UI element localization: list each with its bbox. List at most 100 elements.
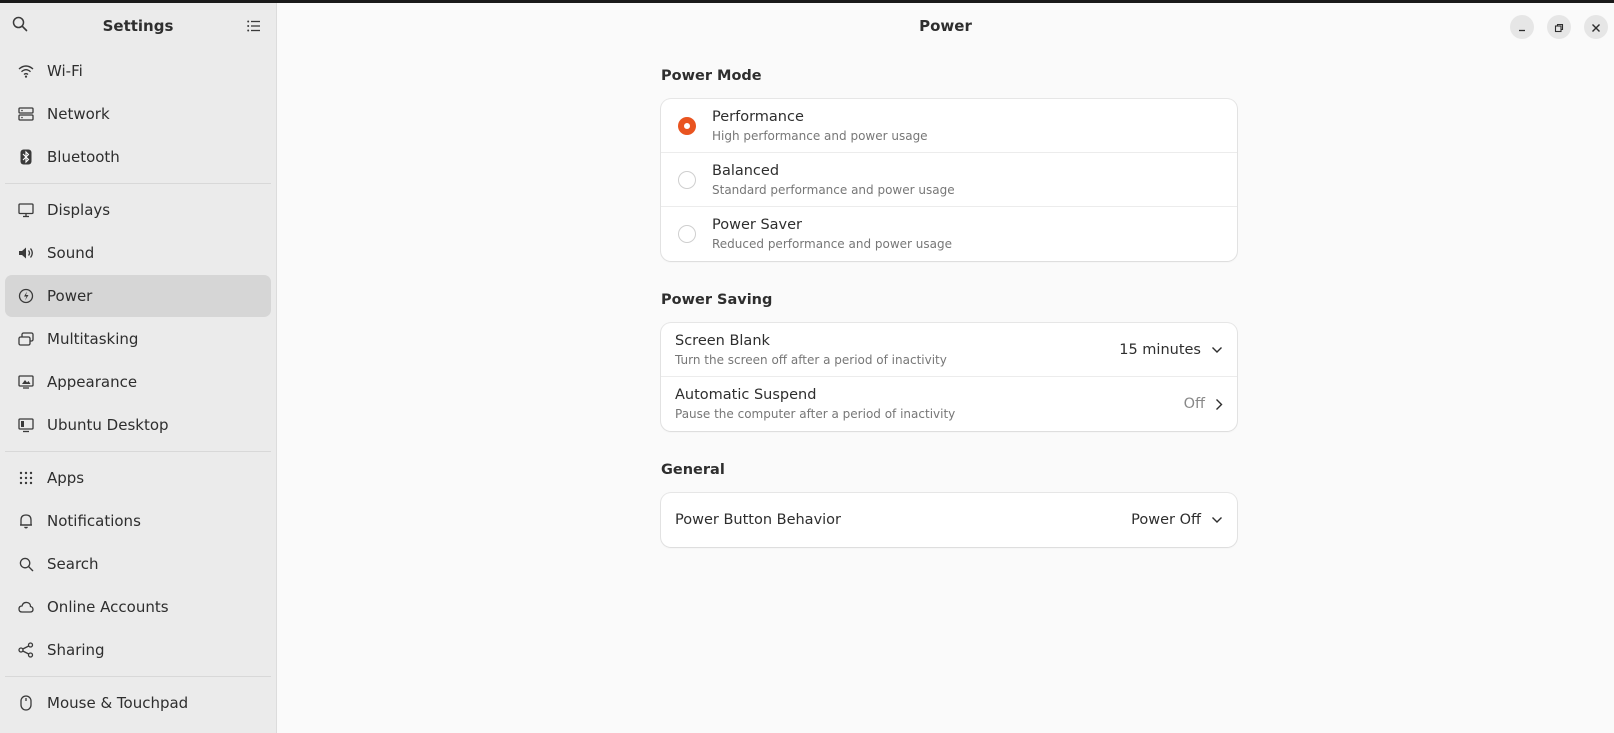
power-mode-performance-row[interactable]: Performance High performance and power u… (661, 99, 1237, 153)
power-button-behavior-value: Power Off (1131, 512, 1201, 528)
sidebar: Settings Wi-Fi Network Bluetooth Display… (0, 3, 277, 733)
main-panel: Power Power Mode Performance High perfor… (277, 3, 1614, 733)
main-menu-button[interactable] (244, 16, 264, 36)
main-header: Power (277, 3, 1614, 49)
power-saving-heading: Power Saving (661, 292, 773, 308)
ubuntu-desktop-icon (17, 416, 35, 434)
sidebar-list: Wi-Fi Network Bluetooth Displays Sound P… (0, 50, 276, 724)
power-button-behavior-label: Power Button Behavior (675, 512, 842, 528)
sidebar-item-wifi[interactable]: Wi-Fi (5, 50, 271, 92)
sidebar-title: Settings (102, 17, 174, 35)
minimize-icon (1517, 18, 1527, 37)
sidebar-item-sound[interactable]: Sound (5, 232, 271, 274)
row-text: Automatic Suspend Pause the computer aft… (675, 386, 1184, 422)
sidebar-item-label: Apps (47, 469, 85, 487)
power-saver-description: Reduced performance and power usage (712, 237, 952, 251)
display-icon (17, 201, 35, 219)
balanced-description: Standard performance and power usage (712, 182, 955, 197)
sidebar-separator (5, 676, 271, 677)
wifi-icon (17, 62, 35, 80)
sidebar-item-power[interactable]: Power (5, 275, 271, 317)
sidebar-item-search[interactable]: Search (5, 543, 271, 585)
general-card: Power Button Behavior Power Off (661, 493, 1237, 547)
sidebar-item-displays[interactable]: Displays (5, 189, 271, 231)
sidebar-separator (5, 183, 271, 184)
close-button[interactable] (1584, 15, 1608, 39)
power-saving-card: Screen Blank Turn the screen off after a… (661, 323, 1237, 431)
chevron-down-icon (1211, 516, 1223, 524)
sidebar-item-label: Wi-Fi (47, 62, 83, 80)
sidebar-item-label: Sound (47, 244, 95, 262)
search-icon (17, 555, 35, 573)
screen-blank-label: Screen Blank (675, 332, 770, 349)
performance-label: Performance (712, 108, 804, 125)
automatic-suspend-value: Off (1183, 396, 1205, 412)
general-heading: General (661, 462, 725, 478)
performance-description: High performance and power usage (712, 128, 928, 143)
sidebar-item-label: Mouse & Touchpad (47, 694, 189, 712)
sidebar-item-label: Displays (47, 201, 111, 219)
bluetooth-icon (17, 148, 35, 166)
settings-window: Settings Wi-Fi Network Bluetooth Display… (0, 3, 1614, 733)
row-text: Screen Blank Turn the screen off after a… (675, 332, 1119, 368)
row-text: Balanced Standard performance and power … (712, 162, 1223, 198)
sidebar-item-label: Network (47, 105, 110, 123)
sidebar-item-label: Appearance (47, 373, 138, 391)
power-saver-radio[interactable] (678, 225, 696, 243)
multitasking-icon (17, 330, 35, 348)
row-text: Power Saver Reduced performance and powe… (712, 216, 1223, 252)
performance-radio[interactable] (678, 116, 696, 135)
chevron-down-icon (1211, 346, 1223, 354)
sound-icon (17, 244, 35, 262)
screen-blank-value: 15 minutes (1119, 341, 1201, 358)
power-mode-heading: Power Mode (661, 68, 762, 84)
bell-icon (17, 512, 35, 530)
sidebar-item-notifications[interactable]: Notifications (5, 500, 271, 542)
power-button-behavior-dropdown[interactable]: Power Off (1131, 512, 1223, 528)
sidebar-item-online-accounts[interactable]: Online Accounts (5, 586, 271, 628)
power-mode-power-saver-row[interactable]: Power Saver Reduced performance and powe… (661, 207, 1237, 261)
share-icon (17, 641, 35, 659)
menu-icon (247, 17, 261, 36)
power-button-behavior-row[interactable]: Power Button Behavior Power Off (661, 493, 1237, 547)
sidebar-header: Settings (0, 3, 276, 49)
sidebar-item-label: Notifications (47, 512, 141, 530)
sidebar-item-multitasking[interactable]: Multitasking (5, 318, 271, 360)
sidebar-item-label: Multitasking (47, 330, 139, 348)
power-saver-label: Power Saver (712, 217, 803, 233)
screen-blank-dropdown[interactable]: 15 minutes (1119, 342, 1223, 358)
sidebar-item-apps[interactable]: Apps (5, 457, 271, 499)
power-icon (17, 287, 35, 305)
restore-icon (1554, 18, 1564, 37)
power-mode-balanced-row[interactable]: Balanced Standard performance and power … (661, 153, 1237, 207)
screen-blank-description: Turn the screen off after a period of in… (675, 352, 947, 367)
screen-blank-row[interactable]: Screen Blank Turn the screen off after a… (661, 323, 1237, 377)
maximize-button[interactable] (1547, 15, 1571, 39)
page-title: Power (919, 17, 972, 35)
sidebar-item-label: Bluetooth (47, 148, 120, 166)
sidebar-item-label: Power (47, 287, 93, 305)
sidebar-item-label: Ubuntu Desktop (47, 416, 169, 434)
network-icon (17, 105, 35, 123)
minimize-button[interactable] (1510, 15, 1534, 39)
cloud-icon (17, 598, 35, 616)
sidebar-item-label: Online Accounts (47, 598, 169, 616)
appearance-icon (17, 373, 35, 391)
automatic-suspend-row[interactable]: Automatic Suspend Pause the computer aft… (661, 377, 1237, 431)
sidebar-item-sharing[interactable]: Sharing (5, 629, 271, 671)
row-text: Performance High performance and power u… (712, 108, 1223, 144)
balanced-label: Balanced (712, 162, 780, 179)
sidebar-item-label: Search (47, 555, 99, 573)
balanced-radio[interactable] (678, 170, 696, 189)
automatic-suspend-value-group: Off (1184, 396, 1223, 412)
sidebar-item-ubuntu-desktop[interactable]: Ubuntu Desktop (5, 404, 271, 446)
power-mode-card: Performance High performance and power u… (661, 99, 1237, 261)
sidebar-item-network[interactable]: Network (5, 93, 271, 135)
sidebar-item-bluetooth[interactable]: Bluetooth (5, 136, 271, 178)
row-text: Power Button Behavior (675, 511, 1131, 529)
automatic-suspend-label: Automatic Suspend (675, 387, 817, 403)
sidebar-item-appearance[interactable]: Appearance (5, 361, 271, 403)
sidebar-item-mouse-touchpad[interactable]: Mouse & Touchpad (5, 682, 271, 724)
mouse-icon (17, 694, 35, 712)
sidebar-separator (5, 451, 271, 452)
